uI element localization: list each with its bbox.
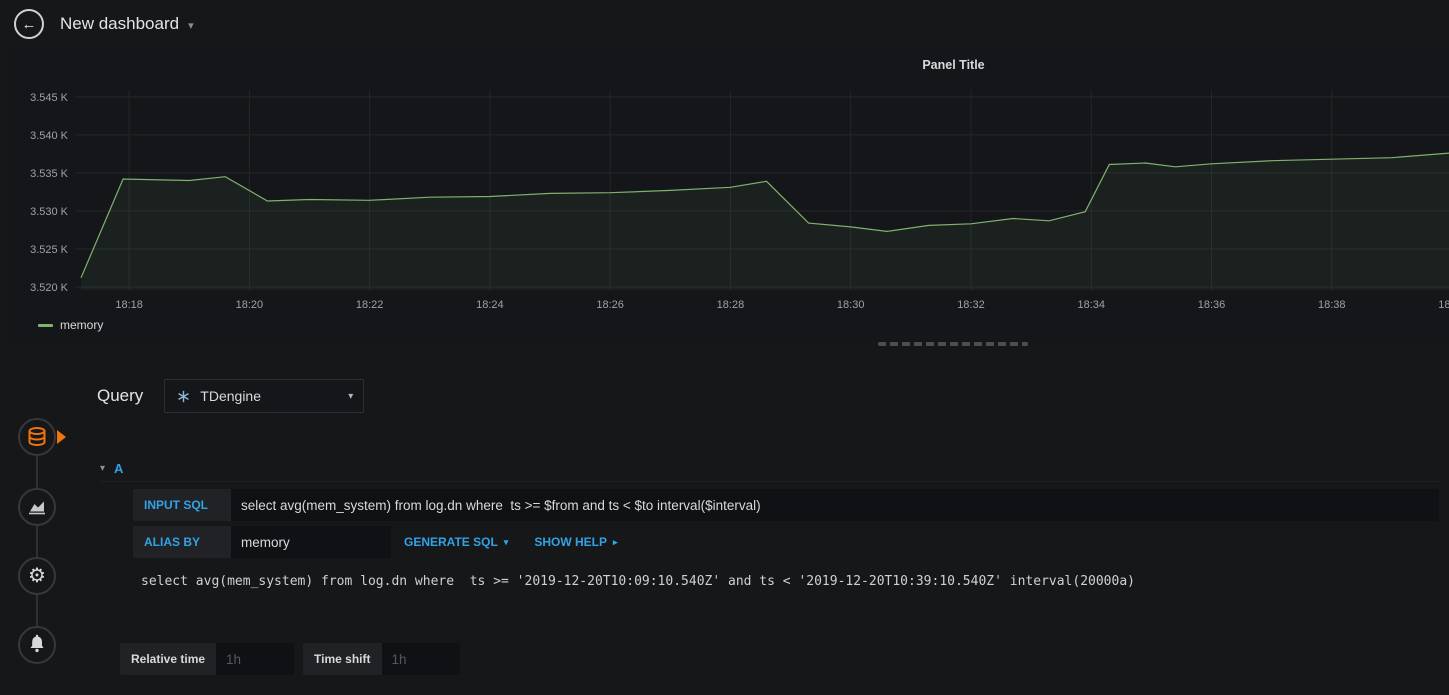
svg-text:3.530 K: 3.530 K: [30, 206, 69, 218]
dashboard-title: New dashboard: [60, 14, 180, 33]
relative-time-label: Relative time: [120, 643, 217, 675]
query-ref-row[interactable]: ▾ A: [100, 455, 1440, 482]
input-sql-label: INPUT SQL: [133, 489, 231, 521]
alias-by-label: ALIAS BY: [133, 526, 231, 558]
svg-text:18:18: 18:18: [115, 299, 143, 311]
generate-sql-label: GENERATE SQL: [404, 535, 498, 549]
chart-legend[interactable]: memory: [38, 318, 103, 332]
tab-alert[interactable]: [18, 626, 56, 664]
generated-sql-preview: select avg(mem_system) from log.dn where…: [141, 574, 1135, 589]
database-icon: [28, 427, 46, 447]
query-ref-letter: A: [114, 460, 124, 476]
svg-text:3.520 K: 3.520 K: [30, 282, 69, 294]
graph-icon: [29, 501, 45, 515]
sidebar-rail-line: [36, 437, 38, 645]
chevron-down-icon: ▾: [503, 536, 509, 547]
tab-general[interactable]: ⚙: [18, 557, 56, 595]
svg-text:18:30: 18:30: [837, 299, 865, 311]
tab-visualization[interactable]: [18, 488, 56, 526]
show-help-label: SHOW HELP: [534, 535, 607, 549]
chevron-right-icon: ▸: [613, 536, 618, 547]
gear-icon: ⚙: [28, 565, 46, 587]
back-button[interactable]: ←: [14, 9, 44, 39]
query-section-title: Query: [97, 386, 144, 405]
svg-text:3.545 K: 3.545 K: [30, 92, 69, 104]
active-tab-arrow: [57, 430, 66, 444]
time-shift-field[interactable]: [381, 643, 460, 675]
svg-text:18:28: 18:28: [717, 299, 745, 311]
panel-title[interactable]: Panel Title: [922, 58, 984, 72]
legend-series-name: memory: [60, 318, 104, 332]
top-navbar: ← New dashboard ▾: [0, 0, 1449, 48]
svg-text:18:26: 18:26: [596, 299, 624, 311]
svg-text:18:20: 18:20: [236, 299, 264, 311]
query-header: Query TDengine ▾: [85, 378, 365, 414]
grafana-edit-screen: ← New dashboard ▾ Panel Title 3.545 K 3.5…: [0, 0, 1449, 695]
graph-panel: Panel Title 3.545 K 3.540 K 3.535 K 3.530 K…: [10, 48, 1449, 342]
time-series-chart[interactable]: 3.545 K 3.540 K 3.535 K 3.530 K 3.525 K 3.520…: [10, 82, 1449, 318]
bell-icon: [30, 634, 44, 653]
chevron-down-icon: ▾: [188, 20, 194, 32]
panel-title-row: Panel Title: [10, 56, 1449, 74]
svg-text:18:34: 18:34: [1077, 299, 1105, 311]
collapse-caret-icon: ▾: [100, 462, 106, 474]
time-options-row: Relative time Time shift: [120, 643, 460, 675]
back-arrow-icon: ←: [21, 15, 37, 33]
input-sql-row: INPUT SQL: [133, 489, 1439, 521]
chevron-down-icon: ▾: [348, 390, 354, 402]
svg-text:3.525 K: 3.525 K: [30, 244, 69, 256]
svg-text:3.540 K: 3.540 K: [30, 130, 69, 142]
tdengine-logo-icon: [178, 390, 190, 402]
svg-text:3.535 K: 3.535 K: [30, 168, 69, 180]
legend-color-dash: [38, 323, 53, 327]
input-sql-field[interactable]: [231, 489, 1439, 521]
tab-queries[interactable]: [18, 418, 56, 456]
svg-text:18:38: 18:38: [1318, 299, 1346, 311]
horizontal-scrollbar-thumb[interactable]: [878, 342, 1028, 346]
relative-time-field[interactable]: [216, 643, 295, 675]
generate-sql-button[interactable]: GENERATE SQL ▾: [391, 526, 521, 558]
dashboard-title-menu[interactable]: New dashboard ▾: [60, 0, 194, 48]
datasource-name: TDengine: [200, 388, 261, 404]
svg-text:18:22: 18:22: [356, 299, 384, 311]
alias-by-row: ALIAS BY GENERATE SQL ▾ SHOW HELP ▸: [133, 526, 631, 558]
svg-text:18:36: 18:36: [1198, 299, 1226, 311]
alias-by-field[interactable]: [231, 526, 391, 558]
time-shift-label: Time shift: [303, 643, 382, 675]
svg-text:18:24: 18:24: [476, 299, 504, 311]
datasource-picker[interactable]: TDengine ▾: [164, 379, 365, 413]
svg-text:18:40: 18:40: [1438, 299, 1449, 311]
svg-text:18:32: 18:32: [957, 299, 985, 311]
show-help-button[interactable]: SHOW HELP ▸: [521, 526, 630, 558]
